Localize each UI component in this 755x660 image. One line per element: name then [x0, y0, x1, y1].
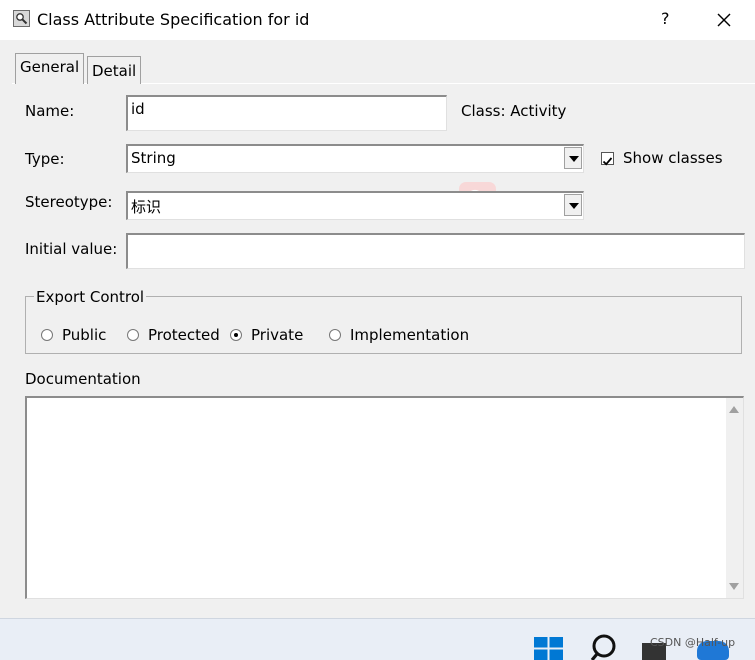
close-button[interactable] [714, 10, 734, 30]
stereotype-combobox[interactable]: 标识 [126, 191, 584, 220]
type-dropdown-button[interactable] [564, 147, 582, 169]
watermark: CSDN @Half-up [650, 636, 735, 649]
export-control-legend: Export Control [34, 288, 146, 306]
radio-implementation-label: Implementation [350, 326, 469, 344]
documentation-label: Documentation [25, 370, 141, 388]
initial-value-label: Initial value: [25, 240, 117, 258]
name-label: Name: [25, 102, 74, 120]
stereotype-label: Stereotype: [25, 193, 112, 211]
chevron-down-icon [569, 203, 579, 209]
class-label: Class: Activity [461, 102, 566, 120]
show-classes-checkbox[interactable] [601, 152, 614, 165]
windows-start-icon[interactable] [534, 637, 563, 660]
documentation-textarea[interactable] [25, 396, 744, 599]
radio-protected-label: Protected [148, 326, 220, 344]
radio-public[interactable] [41, 329, 53, 341]
stereotype-dropdown-button[interactable] [564, 194, 582, 216]
name-input[interactable]: id [126, 95, 447, 131]
taskbar: CSDN @Half-up [0, 618, 755, 660]
taskbar-search-icon[interactable] [590, 633, 618, 660]
radio-implementation[interactable] [329, 329, 341, 341]
radio-private-label: Private [251, 326, 303, 344]
magnifier-app-icon [13, 10, 30, 27]
checkmark-icon [602, 156, 613, 167]
title-bar: Class Attribute Specification for id ? [0, 0, 755, 40]
documentation-scrollbar[interactable] [726, 398, 743, 598]
radio-private[interactable] [230, 329, 242, 341]
scroll-up-arrow-icon[interactable] [729, 406, 739, 413]
scroll-down-arrow-icon[interactable] [729, 583, 739, 590]
type-label: Type: [25, 150, 65, 168]
radio-protected[interactable] [127, 329, 139, 341]
window-title: Class Attribute Specification for id [37, 10, 309, 29]
chevron-down-icon [569, 156, 579, 162]
tab-general[interactable]: General [15, 53, 84, 84]
radio-selected-dot [234, 333, 238, 337]
close-icon [714, 10, 734, 30]
type-combobox[interactable]: String [126, 144, 584, 173]
dialog-body: Detail General Name: id Class: Activity … [0, 40, 755, 618]
help-button[interactable]: ? [661, 9, 670, 28]
show-classes-label: Show classes [623, 149, 723, 167]
initial-value-input[interactable] [126, 233, 745, 269]
tab-detail[interactable]: Detail [87, 56, 141, 84]
radio-public-label: Public [62, 326, 106, 344]
